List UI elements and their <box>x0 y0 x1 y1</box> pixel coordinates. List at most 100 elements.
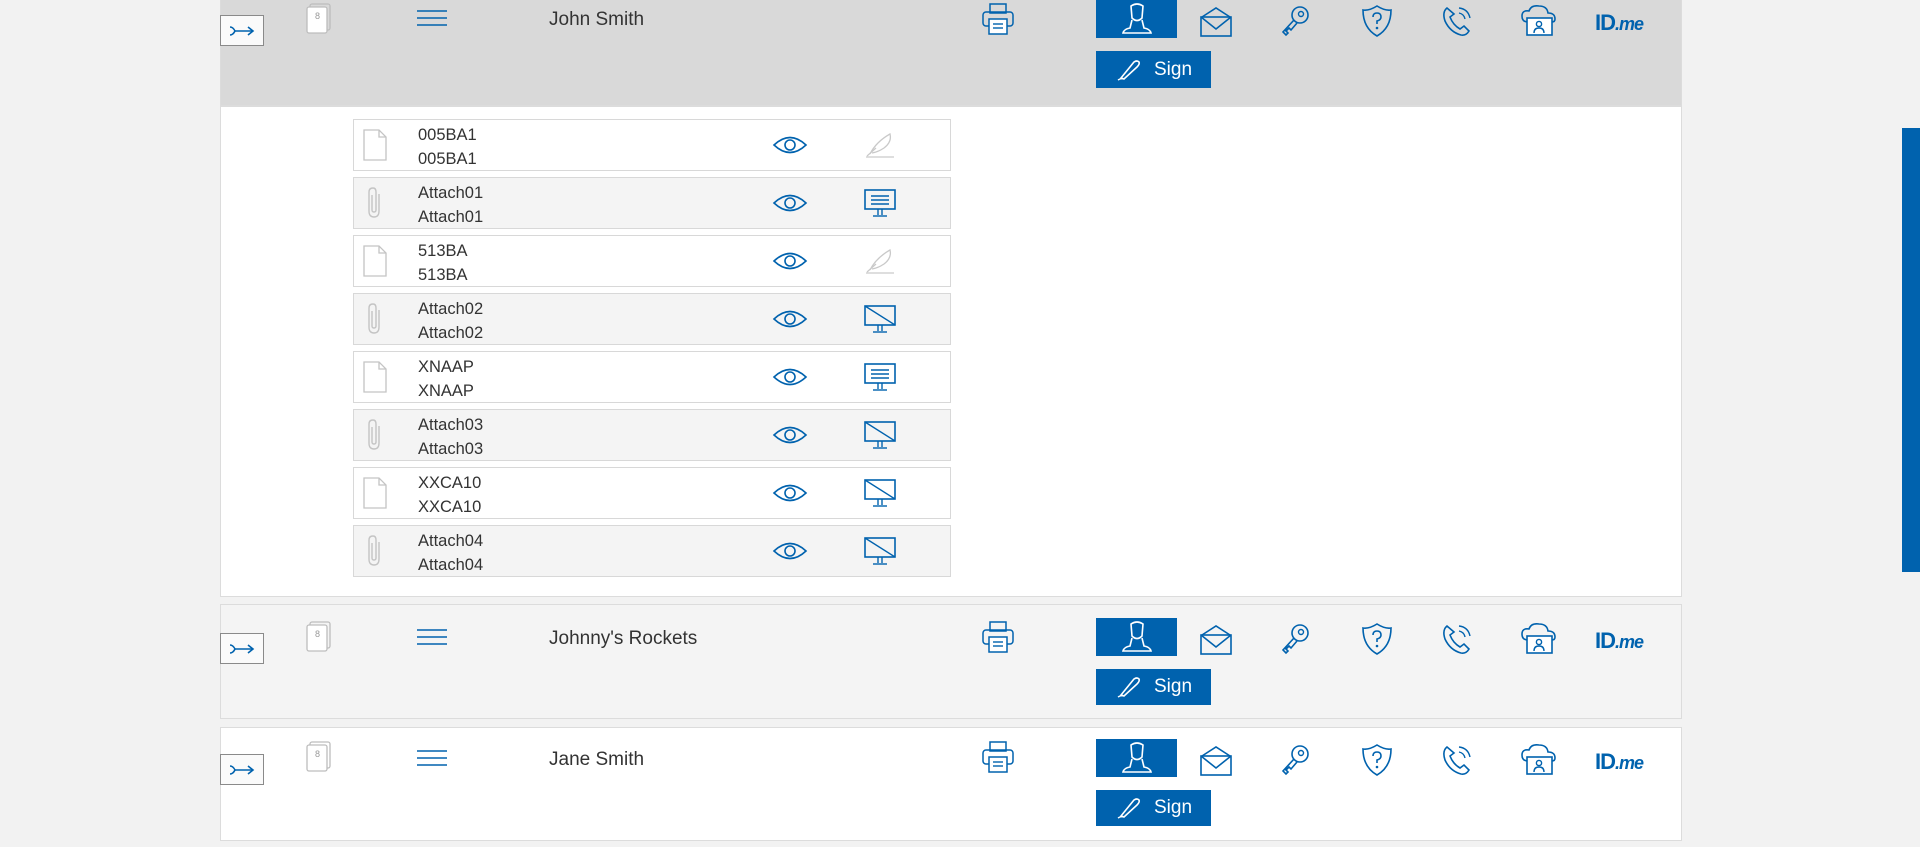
document-count: 8 <box>315 749 321 759</box>
printer-icon[interactable] <box>981 2 1015 41</box>
shield-question-icon[interactable] <box>1359 743 1395 782</box>
shield-question-icon[interactable] <box>1359 4 1395 43</box>
sign-button[interactable]: Sign <box>1096 51 1211 88</box>
person-auth-button[interactable] <box>1096 0 1177 38</box>
monitor-off-icon[interactable] <box>862 477 898 509</box>
document-title: Attach03 <box>418 440 484 458</box>
person-auth-button[interactable] <box>1096 739 1177 777</box>
cloud-id-icon[interactable] <box>1519 622 1559 661</box>
printer-icon[interactable] <box>981 620 1015 659</box>
paperclip-icon <box>366 418 386 452</box>
eye-icon[interactable] <box>772 366 808 388</box>
document-row[interactable]: 005BA1 005BA1 <box>353 119 951 171</box>
document-row[interactable]: XXCA10 XXCA10 <box>353 467 951 519</box>
idme-label-id: ID <box>1595 10 1616 35</box>
document-row[interactable]: Attach02 Attach02 <box>353 293 951 345</box>
document-name: XNAAP <box>418 358 474 376</box>
document-row[interactable]: 513BA 513BA <box>353 235 951 287</box>
idme-label-me: .me <box>1615 632 1644 652</box>
document-name: Attach01 <box>418 184 484 202</box>
document-count: 8 <box>315 11 321 21</box>
idme-label-id: ID <box>1595 749 1616 774</box>
monitor-off-icon[interactable] <box>862 419 898 451</box>
eye-icon[interactable] <box>772 308 808 330</box>
email-auth-icon[interactable] <box>1196 744 1236 783</box>
sign-button[interactable]: Sign <box>1096 790 1211 826</box>
idme-button[interactable]: ID.me <box>1595 628 1644 654</box>
monitor-icon[interactable] <box>862 187 898 219</box>
email-auth-icon[interactable] <box>1196 5 1236 44</box>
document-row[interactable]: Attach03 Attach03 <box>353 409 951 461</box>
phone-auth-icon[interactable] <box>1439 4 1475 43</box>
file-icon <box>362 244 388 278</box>
expand-toggle-button[interactable] <box>220 15 264 46</box>
cloud-id-icon[interactable] <box>1519 4 1559 43</box>
document-row[interactable]: XNAAP XNAAP <box>353 351 951 403</box>
arrow-right-expand-icon <box>227 639 257 659</box>
eye-icon[interactable] <box>772 250 808 272</box>
expand-toggle-button[interactable] <box>220 633 264 664</box>
document-name: XXCA10 <box>418 474 482 492</box>
expand-toggle-button[interactable] <box>220 754 264 785</box>
hamburger-menu-icon[interactable] <box>416 627 448 647</box>
idme-label-id: ID <box>1595 628 1616 653</box>
eye-icon[interactable] <box>772 482 808 504</box>
document-title: Attach01 <box>418 208 484 226</box>
idme-label-me: .me <box>1615 14 1644 34</box>
recipient-name: Johnny's Rockets <box>549 628 698 649</box>
idme-button[interactable]: ID.me <box>1595 749 1644 775</box>
feather-disabled-icon <box>862 246 898 276</box>
shield-question-icon[interactable] <box>1359 622 1395 661</box>
document-stack-icon: 8 <box>304 2 334 41</box>
document-name: Attach03 <box>418 416 484 434</box>
document-row[interactable]: Attach01 Attach01 <box>353 177 951 229</box>
document-title: Attach02 <box>418 324 484 342</box>
cloud-id-icon[interactable] <box>1519 743 1559 782</box>
recipient-name: Jane Smith <box>549 749 645 770</box>
monitor-off-icon[interactable] <box>862 303 898 335</box>
eye-icon[interactable] <box>772 540 808 562</box>
scrollbar-thumb[interactable] <box>1902 128 1920 572</box>
document-count: 8 <box>315 629 321 639</box>
key-auth-icon[interactable] <box>1278 622 1314 661</box>
sign-label: Sign <box>1153 797 1193 818</box>
person-icon <box>1120 2 1154 36</box>
person-icon <box>1120 741 1154 775</box>
recipient-name: John Smith <box>549 9 645 30</box>
pen-icon <box>1115 796 1145 820</box>
person-auth-button[interactable] <box>1096 618 1177 656</box>
hamburger-menu-icon[interactable] <box>416 8 448 28</box>
eye-icon[interactable] <box>772 424 808 446</box>
pen-icon <box>1115 675 1145 699</box>
pen-icon <box>1115 58 1145 82</box>
document-stack-icon: 8 <box>304 740 334 779</box>
document-title: 513BA <box>418 266 468 284</box>
paperclip-icon <box>366 534 386 568</box>
hamburger-menu-icon[interactable] <box>416 748 448 768</box>
email-auth-icon[interactable] <box>1196 623 1236 662</box>
phone-auth-icon[interactable] <box>1439 743 1475 782</box>
sign-button[interactable]: Sign <box>1096 669 1211 705</box>
paperclip-icon <box>366 186 386 220</box>
phone-auth-icon[interactable] <box>1439 622 1475 661</box>
monitor-off-icon[interactable] <box>862 535 898 567</box>
key-auth-icon[interactable] <box>1278 4 1314 43</box>
idme-button[interactable]: ID.me <box>1595 10 1644 36</box>
file-icon <box>362 128 388 162</box>
eye-icon[interactable] <box>772 192 808 214</box>
eye-icon[interactable] <box>772 134 808 156</box>
document-title: XNAAP <box>418 382 474 400</box>
person-icon <box>1120 620 1154 654</box>
document-row[interactable]: Attach04 Attach04 <box>353 525 951 577</box>
monitor-icon[interactable] <box>862 361 898 393</box>
feather-disabled-icon <box>862 130 898 160</box>
document-title: 005BA1 <box>418 150 477 168</box>
document-stack-icon: 8 <box>304 620 334 659</box>
document-name: 005BA1 <box>418 126 477 144</box>
key-auth-icon[interactable] <box>1278 743 1314 782</box>
arrow-right-expand-icon <box>227 760 257 780</box>
document-name: Attach02 <box>418 300 484 318</box>
printer-icon[interactable] <box>981 740 1015 779</box>
sign-label: Sign <box>1153 58 1193 80</box>
document-name: Attach04 <box>418 532 484 550</box>
